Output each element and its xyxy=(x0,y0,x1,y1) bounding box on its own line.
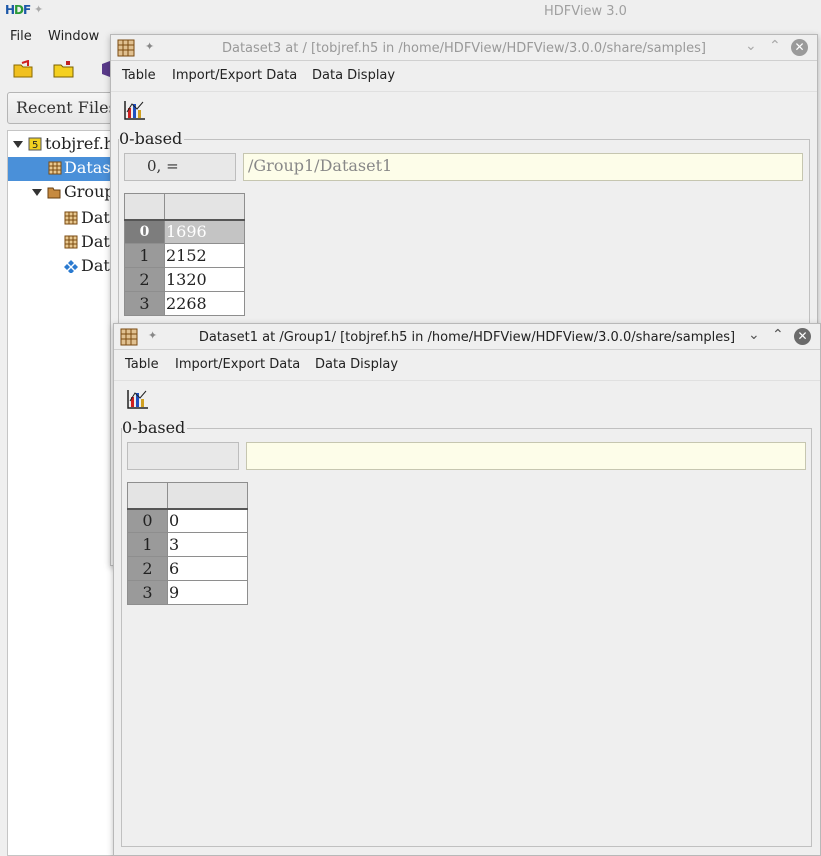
index-base-label: 0-based xyxy=(119,129,185,148)
menu-window[interactable]: Window xyxy=(48,29,99,44)
menu-table[interactable]: Table xyxy=(125,357,159,372)
row-header[interactable]: 3 xyxy=(127,580,168,605)
folder-icon xyxy=(47,187,61,199)
table-row[interactable]: 2 1320 xyxy=(124,267,245,292)
main-window-title: HDFView 3.0 xyxy=(544,4,627,19)
row-header[interactable]: 1 xyxy=(127,532,168,557)
chart-icon[interactable] xyxy=(127,389,149,409)
dataset-icon xyxy=(64,235,78,249)
menu-data-display[interactable]: Data Display xyxy=(312,68,395,83)
dataset-icon xyxy=(48,161,62,175)
table-cell[interactable]: 6 xyxy=(167,556,248,581)
table-cell[interactable]: 9 xyxy=(167,580,248,605)
table-row[interactable]: 3 2268 xyxy=(124,291,245,316)
table-cell[interactable]: 2268 xyxy=(164,291,245,316)
dataset1-menubar: Table Import/Export Data Data Display xyxy=(114,354,820,376)
table-row[interactable]: 39 xyxy=(127,580,248,605)
selected-cell-label xyxy=(127,442,239,470)
row-header[interactable]: 0 xyxy=(127,508,168,533)
table-row[interactable]: 1 2152 xyxy=(124,243,245,268)
main-titlebar: HDF ✦ HDFView 3.0 xyxy=(0,0,821,24)
dataset3-menubar: Table Import/Export Data Data Display xyxy=(111,65,817,87)
dataset-icon xyxy=(64,211,78,225)
selected-cell-value[interactable]: /Group1/Dataset1 xyxy=(243,153,803,181)
pin-icon[interactable]: ✦ xyxy=(34,3,43,16)
row-header[interactable]: 0 xyxy=(124,219,165,244)
minimize-icon[interactable]: ⌄ xyxy=(745,38,757,54)
row-header[interactable]: 3 xyxy=(124,291,165,316)
open-folder-icon[interactable] xyxy=(53,60,75,78)
index-base-label: 0-based xyxy=(122,418,188,437)
dataset3-table[interactable]: 0 1696 1 2152 2 1320 3 2268 xyxy=(124,193,245,316)
close-icon[interactable]: ✕ xyxy=(794,328,811,345)
selected-cell-value[interactable] xyxy=(246,442,806,470)
table-cell[interactable]: 1320 xyxy=(164,267,245,292)
row-header[interactable]: 2 xyxy=(124,267,165,292)
dataset1-toolbar xyxy=(114,380,820,414)
menu-file[interactable]: File xyxy=(10,29,32,44)
open-file-icon[interactable] xyxy=(13,60,35,78)
close-icon[interactable]: ✕ xyxy=(791,39,808,56)
column-header[interactable] xyxy=(164,193,245,221)
dataset3-title: Dataset3 at / [tobjref.h5 in /home/HDFVi… xyxy=(221,41,707,56)
dataset3-toolbar xyxy=(111,91,817,125)
close-file-icon[interactable] xyxy=(100,60,110,78)
table-cell[interactable]: 3 xyxy=(167,532,248,557)
expand-arrow-icon[interactable] xyxy=(13,141,23,148)
dataset1-frame[interactable]: ✦ Dataset1 at /Group1/ [tobjref.h5 in /h… xyxy=(113,323,821,856)
dataset1-table[interactable]: 00 13 26 39 xyxy=(127,482,248,605)
menu-data-display[interactable]: Data Display xyxy=(315,357,398,372)
hdf-logo-icon: HDF xyxy=(5,3,31,17)
maximize-icon[interactable]: ⌃ xyxy=(772,327,784,343)
dataset1-title: Dataset1 at /Group1/ [tobjref.h5 in /hom… xyxy=(198,330,736,345)
h5-file-icon: 5 xyxy=(28,137,42,151)
minimize-icon[interactable]: ⌄ xyxy=(748,327,760,343)
table-cell[interactable]: 2152 xyxy=(164,243,245,268)
table-corner xyxy=(124,193,165,221)
table-row[interactable]: 0 1696 xyxy=(124,219,245,244)
menu-import-export[interactable]: Import/Export Data xyxy=(175,357,300,372)
menu-import-export[interactable]: Import/Export Data xyxy=(172,68,297,83)
expand-arrow-icon[interactable] xyxy=(32,189,42,196)
table-cell[interactable]: 0 xyxy=(167,508,248,533)
dataset3-titlebar[interactable]: ✦ Dataset3 at / [tobjref.h5 in /home/HDF… xyxy=(111,35,817,61)
table-row[interactable]: 13 xyxy=(127,532,248,557)
chart-icon[interactable] xyxy=(124,100,146,120)
table-row[interactable]: 26 xyxy=(127,556,248,581)
svg-text:5: 5 xyxy=(32,140,38,151)
dataset1-titlebar[interactable]: ✦ Dataset1 at /Group1/ [tobjref.h5 in /h… xyxy=(114,324,820,350)
datatype-icon xyxy=(64,260,78,273)
menu-table[interactable]: Table xyxy=(122,68,156,83)
selected-cell-label: 0, = xyxy=(124,153,236,181)
table-cell[interactable]: 1696 xyxy=(164,219,245,244)
table-corner xyxy=(127,482,168,510)
column-header[interactable] xyxy=(167,482,248,510)
row-header[interactable]: 2 xyxy=(127,556,168,581)
maximize-icon[interactable]: ⌃ xyxy=(769,38,781,54)
row-header[interactable]: 1 xyxy=(124,243,165,268)
table-row[interactable]: 00 xyxy=(127,508,248,533)
